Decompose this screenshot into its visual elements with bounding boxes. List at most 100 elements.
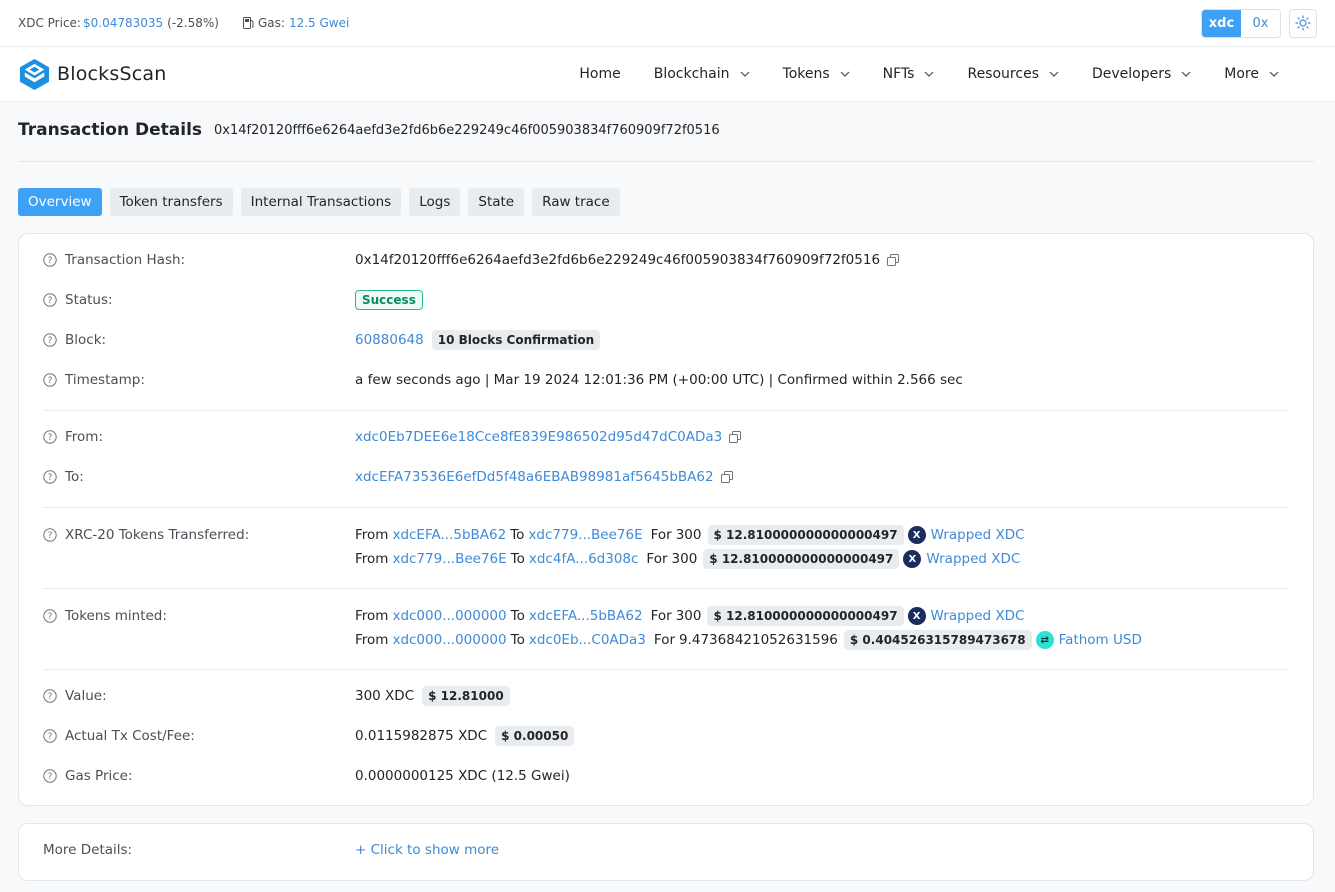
to-word: To [510,608,525,624]
block-label: Block: [65,332,107,348]
svg-text:?: ? [48,531,53,541]
to-address-link[interactable]: xdcEFA73536E6efDd5f48a6EBAB98981af5645bB… [355,469,714,485]
row-gas-price: ? Gas Price: 0.0000000125 XDC (12.5 Gwei… [43,768,570,784]
row-fee: ? Actual Tx Cost/Fee: 0.0115982875 XDC $… [43,726,575,746]
from-label: From: [65,429,103,445]
from-address-link[interactable]: xdc0Eb7DEE6e18Cce8fE839E986502d95d47dC0A… [355,429,722,445]
fee-amount: 0.0115982875 XDC [355,728,488,744]
xrc20-amount: 300 [671,551,698,567]
to-word: To [510,527,525,543]
divider [43,588,1289,589]
xrc20-transfer-item: From xdcEFA...5bBA62 To xdc779...Bee76E … [355,523,1025,547]
blocksscan-logo-icon [19,58,50,90]
theme-toggle-button[interactable] [1289,8,1317,38]
brand-link[interactable]: BlocksScan [18,58,166,91]
row-value: ? Value: 300 XDC $ 12.81000 [43,686,510,706]
minted-from-link[interactable]: xdc000...000000 [392,608,506,624]
help-circle-icon[interactable]: ? [43,729,57,743]
tab-overview[interactable]: Overview [18,188,102,216]
nav-home[interactable]: Home [579,66,620,82]
more-details-card: More Details: + Click to show more [18,823,1314,881]
chevron-down-icon [1181,71,1191,77]
xrc20-to-link[interactable]: xdc4fA...6d308c [529,551,639,567]
svg-text:?: ? [48,772,53,782]
help-circle-icon[interactable]: ? [43,470,57,484]
minted-list: From xdc000...000000 To xdcEFA...5bBA62 … [355,604,1142,652]
fee-label: Actual Tx Cost/Fee: [65,728,195,744]
price-change: (-2.58%) [167,16,219,30]
prefix-xdc-button[interactable]: xdc [1202,9,1241,37]
xrc20-token-link[interactable]: Wrapped XDC [931,527,1025,543]
nav-home-label: Home [579,66,621,82]
gas-pump-icon [242,17,254,29]
nav-resources[interactable]: Resources [967,66,1059,82]
help-circle-icon[interactable]: ? [43,609,57,623]
minted-to-link[interactable]: xdc0Eb...C0ADa3 [529,632,646,648]
divider [43,507,1289,508]
copy-icon[interactable] [720,471,733,483]
nav-tokens[interactable]: Tokens [783,66,850,82]
svg-text:?: ? [48,732,53,742]
tab-raw-trace[interactable]: Raw trace [532,188,620,216]
sun-icon [1295,15,1311,31]
price-value-link[interactable]: $0.04783035 [83,16,163,30]
xrc20-to-link[interactable]: xdc779...Bee76E [528,527,642,543]
minted-token-link[interactable]: Fathom USD [1059,632,1142,648]
help-circle-icon[interactable]: ? [43,373,57,387]
xrc20-from-link[interactable]: xdc779...Bee76E [392,551,506,567]
row-transaction-hash: ? Transaction Hash: 0x14f20120fff6e6264a… [43,252,900,268]
minted-item: From xdc000...000000 To xdcEFA...5bBA62 … [355,604,1142,628]
copy-icon[interactable] [887,254,900,266]
help-circle-icon[interactable]: ? [43,293,57,307]
gas-value-link[interactable]: 12.5 Gwei [289,16,349,30]
row-xrc20-transfers: ? XRC-20 Tokens Transferred: From xdcEFA… [43,523,1025,571]
help-circle-icon[interactable]: ? [43,253,57,267]
xrc20-usd-badge: $ 12.810000000000000497 [707,525,904,545]
minted-from-link[interactable]: xdc000...000000 [392,632,506,648]
gas-price-value: 0.0000000125 XDC (12.5 Gwei) [355,768,570,784]
nav-developers[interactable]: Developers [1092,66,1191,82]
nav-blockchain[interactable]: Blockchain [654,66,750,82]
wrapped-xdc-token-icon: X [903,550,922,568]
from-word: From [355,551,389,567]
svg-text:?: ? [48,692,53,702]
tab-token-transfers[interactable]: Token transfers [109,188,233,216]
gas-info: Gas: 12.5 Gwei [242,16,349,30]
tab-state[interactable]: State [468,188,525,216]
tab-logs[interactable]: Logs [409,188,461,216]
nav-more-label: More [1224,66,1259,82]
nav-more[interactable]: More [1224,66,1279,82]
tab-internal-transactions[interactable]: Internal Transactions [240,188,402,216]
help-circle-icon[interactable]: ? [43,689,57,703]
xrc20-token-link[interactable]: Wrapped XDC [926,551,1020,567]
minted-to-link[interactable]: xdcEFA...5bBA62 [529,608,643,624]
to-label: To: [65,469,84,485]
svg-text:?: ? [48,296,53,306]
timestamp-value: a few seconds ago | Mar 19 2024 12:01:36… [355,372,963,388]
status-label: Status: [65,292,113,308]
help-circle-icon[interactable]: ? [43,333,57,347]
nav-nfts[interactable]: NFTs [883,66,935,82]
minted-token-link[interactable]: Wrapped XDC [931,608,1025,624]
svg-text:?: ? [48,473,53,483]
block-number-link[interactable]: 60880648 [355,332,424,348]
top-bar: XDC Price: $0.04783035 (-2.58%) Gas: 12.… [0,0,1335,47]
fee-usd-badge: $ 0.00050 [495,726,575,746]
help-circle-icon[interactable]: ? [43,769,57,783]
show-more-link[interactable]: + Click to show more [355,842,499,858]
page-title-hash: 0x14f20120fff6e6264aefd3e2fd6b6e229249c4… [214,123,720,138]
fathom-usd-token-icon: ⇄ [1035,631,1054,649]
copy-icon[interactable] [729,431,742,443]
help-circle-icon[interactable]: ? [43,528,57,542]
for-word: For [650,527,672,543]
status-badge: Success [355,290,423,310]
prefix-0x-button[interactable]: 0x [1241,9,1280,37]
nav-developers-label: Developers [1091,66,1172,82]
from-word: From [355,527,389,543]
page-header: Transaction Details 0x14f20120fff6e6264a… [18,118,1314,162]
svg-text:?: ? [48,433,53,443]
row-from: ? From: xdc0Eb7DEE6e18Cce8fE839E986502d9… [43,429,742,445]
for-word: For [650,608,672,624]
help-circle-icon[interactable]: ? [43,430,57,444]
xrc20-from-link[interactable]: xdcEFA...5bBA62 [392,527,506,543]
